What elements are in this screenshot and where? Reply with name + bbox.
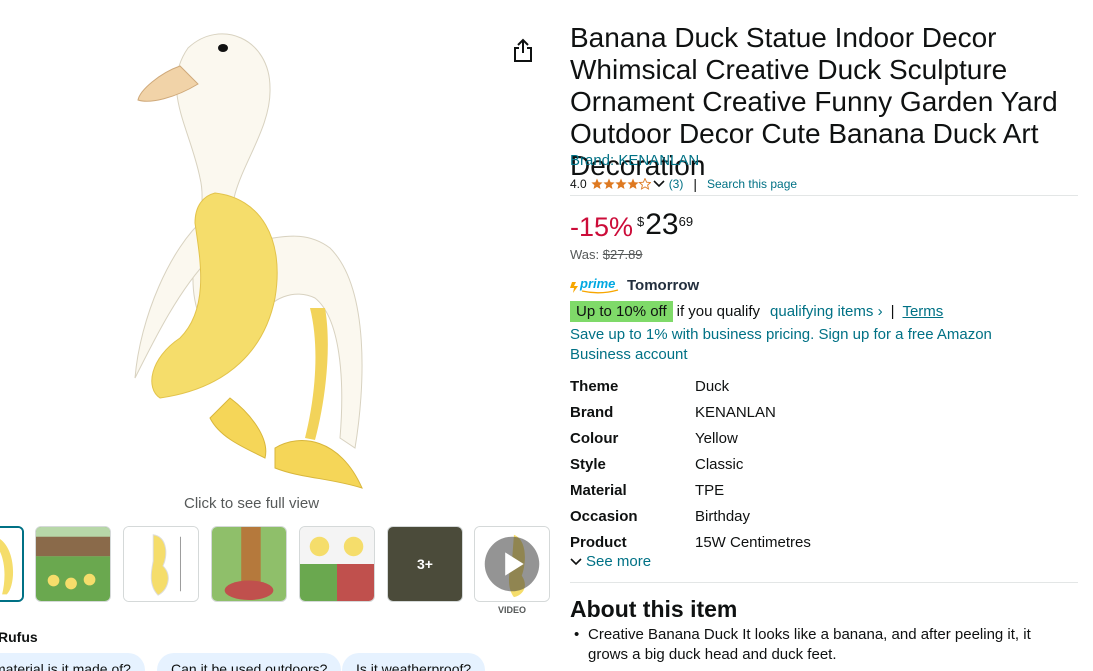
spec-value: KENANLAN xyxy=(695,403,776,421)
spec-row: Product 15W Centimetres xyxy=(570,529,1070,550)
thumbnail-2[interactable] xyxy=(35,526,111,602)
was-label: Was: xyxy=(570,247,600,262)
svg-text:prime: prime xyxy=(579,276,615,291)
rufus-chip-1[interactable]: material is it made of? xyxy=(0,653,145,671)
see-more-label: See more xyxy=(586,553,652,570)
thumbnail-1[interactable] xyxy=(0,526,24,602)
price-fraction: 69 xyxy=(678,214,694,229)
more-images-count: 3+ xyxy=(417,556,433,572)
about-section-title: About this item xyxy=(570,596,738,622)
price: $ 23 69 xyxy=(637,208,693,242)
chevron-down-icon[interactable] xyxy=(653,180,665,188)
spec-key: Colour xyxy=(570,429,619,447)
was-price-row: Was: $27.89 xyxy=(570,247,643,262)
promo-row: Up to 10% off if you qualify qualifying … xyxy=(570,300,943,322)
share-button[interactable] xyxy=(511,38,535,64)
video-label: VIDEO xyxy=(497,605,526,615)
thumbnail-more[interactable]: 3+ xyxy=(387,526,463,602)
prime-delivery-day: Tomorrow xyxy=(627,276,700,294)
price-whole: 23 xyxy=(645,208,679,241)
product-specs-table: Theme Duck Brand KENANLAN Colour Yellow Sty… xyxy=(570,373,1070,550)
spec-key: Material xyxy=(570,481,627,499)
thumbnail-3[interactable] xyxy=(123,526,199,602)
share-icon xyxy=(514,38,532,62)
separator: | xyxy=(693,176,697,192)
qualifying-items-link[interactable]: qualifying items › xyxy=(770,303,883,320)
chevron-down-icon xyxy=(570,557,582,565)
spec-row: Brand KENANLAN xyxy=(570,399,1070,425)
rufus-chip-2[interactable]: Can it be used outdoors? xyxy=(157,653,342,671)
spec-value: Classic xyxy=(695,455,744,473)
video-thumbnail[interactable] xyxy=(474,526,550,602)
search-this-page-link[interactable]: Search this page xyxy=(707,177,797,191)
spec-value: Yellow xyxy=(695,429,738,447)
spec-row: Colour Yellow xyxy=(570,425,1070,451)
rufus-title: Rufus xyxy=(0,629,38,645)
star-rating[interactable] xyxy=(591,178,651,190)
spec-key: Theme xyxy=(570,377,619,395)
spec-key: Product xyxy=(570,533,627,550)
terms-link[interactable]: Terms xyxy=(902,303,943,320)
spec-value: TPE xyxy=(695,481,725,499)
discount-percent: -15% xyxy=(570,212,634,242)
promo-text: if you qualify xyxy=(676,302,761,320)
spec-value: Duck xyxy=(695,377,730,395)
spec-row: Style Classic xyxy=(570,451,1070,477)
spec-key: Brand xyxy=(570,403,614,421)
spec-row: Theme Duck xyxy=(570,373,1070,399)
prime-delivery: prime Tomorrow xyxy=(570,276,699,294)
prime-logo-icon: prime xyxy=(570,276,619,294)
rating-value: 4.0 xyxy=(570,177,587,191)
divider xyxy=(570,195,1078,196)
click-full-view-link[interactable]: Click to see full view xyxy=(184,495,319,512)
promo-badge: Up to 10% off xyxy=(570,300,673,322)
star-icon xyxy=(591,178,651,190)
brand-link[interactable]: Brand: KENANLAN xyxy=(570,152,699,169)
business-pricing-link[interactable]: Save up to 1% with business pricing. Sig… xyxy=(570,325,1050,365)
about-bullet: Creative Banana Duck It looks like a ban… xyxy=(574,625,1068,665)
divider xyxy=(570,582,1078,583)
price-currency: $ xyxy=(637,214,645,229)
was-price: $27.89 xyxy=(602,247,643,262)
rufus-chip-3[interactable]: Is it weatherproof? xyxy=(342,653,486,671)
rating-row: 4.0 (3) | Search this page xyxy=(570,175,797,193)
spec-value: 15W Centimetres xyxy=(695,533,811,550)
spec-key: Occasion xyxy=(570,507,638,525)
review-count-link[interactable]: (3) xyxy=(669,177,684,191)
spec-value: Birthday xyxy=(695,507,751,525)
main-product-image[interactable] xyxy=(100,18,400,490)
thumbnail-4[interactable] xyxy=(211,526,287,602)
spec-row: Occasion Birthday xyxy=(570,503,1070,529)
spec-row: Material TPE xyxy=(570,477,1070,503)
see-more-button[interactable]: See more xyxy=(570,553,651,570)
thumbnail-5[interactable] xyxy=(299,526,375,602)
separator: | xyxy=(890,302,895,320)
spec-key: Style xyxy=(570,455,606,473)
